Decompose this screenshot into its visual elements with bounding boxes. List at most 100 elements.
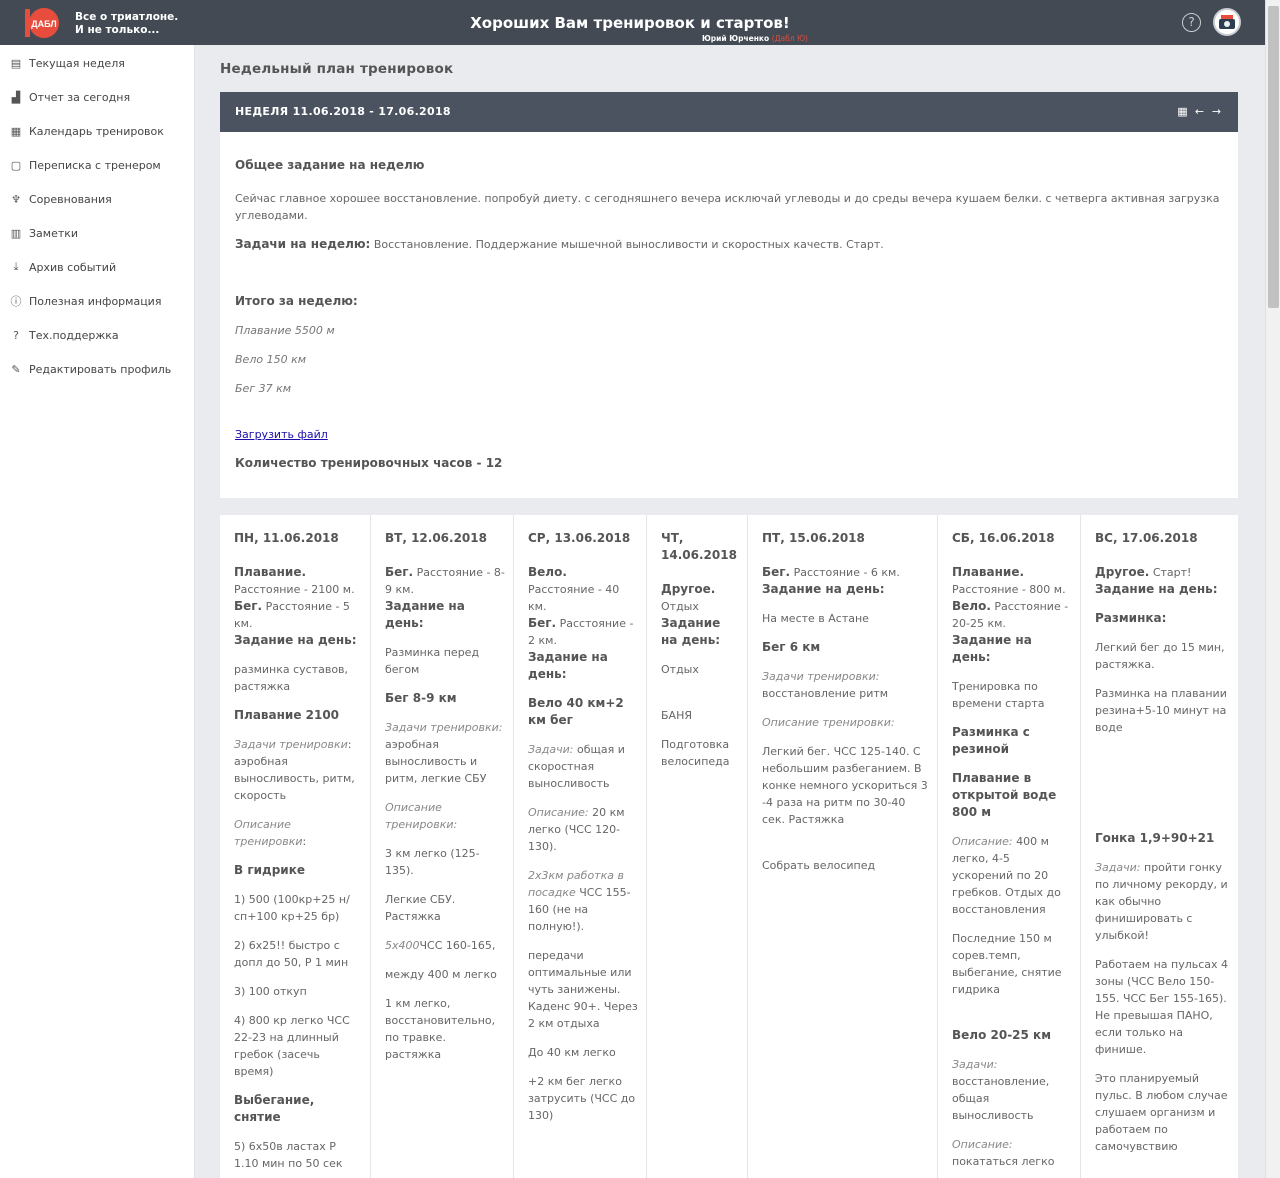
day-title: СБ, 16.06.2018 [952,531,1055,545]
day-text: Задание на день: [661,616,721,647]
day-text: Вело 40 км+2 км бег [528,696,624,727]
day-text: Легкий бег до 15 мин, растяжка. [1095,641,1225,671]
arrow-right-icon[interactable]: → [1211,105,1222,118]
sidebar-item-archive[interactable]: ⤓ Архив событий [8,255,117,279]
day-text: Легкий бег. ЧСС 125-140. С небольшим раз… [762,745,928,826]
help-icon[interactable]: ? [1182,13,1201,32]
info-icon: ⓘ [10,295,22,308]
day-text: покататься легко [952,1155,1055,1168]
avatar[interactable] [1213,8,1241,36]
day-text: Бег. [234,599,263,613]
sidebar-item-today-report[interactable]: ▟ Отчет за сегодня [8,85,130,109]
day-text: аэробная выносливость и ритм, легкие СБУ [385,738,487,785]
day-content: Бег. Расстояние - 6 км. Задание на день: … [762,564,929,874]
day-text: 2) 6х25!! быстро с допл до 50, Р 1 мин [234,939,349,969]
day-text: Расстояние - 800 м. [952,583,1066,596]
sidebar-item-label: Полезная информация [29,294,162,308]
sidebar-item-competitions[interactable]: ♆ Соревнования [8,187,112,211]
week-header: НЕДЕЛЯ 11.06.2018 - 17.06.2018 ▦ ← → [220,92,1238,132]
day-text: Вело. [528,565,567,579]
day-text: 1) 500 (100кр+25 н/сп+100 кр+25 бр) [234,893,350,923]
sidebar-item-current-week[interactable]: ▤ Текущая неделя [8,51,125,75]
sidebar-item-support[interactable]: ? Тех.поддержка [8,323,119,347]
day-column-sat: СБ, 16.06.2018 Плавание. Расстояние - 800… [938,515,1081,1178]
day-title: ВС, 17.06.2018 [1095,531,1198,545]
archive-icon: ⤓ [13,260,19,273]
day-text: Подготовка велосипеда [661,738,730,768]
sidebar-item-edit-profile[interactable]: ✎ Редактировать профиль [8,357,171,381]
sidebar-item-calendar[interactable]: ▦ Календарь тренировок [8,119,164,143]
day-text: Другое. [661,582,716,596]
sidebar-item-label: Соревнования [29,192,112,206]
week-tasks-label: Задачи на неделю: [235,237,371,251]
upload-file-link[interactable]: Загрузить файл [235,428,328,441]
vertical-scrollbar[interactable] [1265,0,1280,1178]
total-swim: Плавание 5500 м [235,324,335,337]
sidebar-item-chat[interactable]: ▢ Переписка с тренером [8,153,161,177]
day-text: Плавание. [234,565,307,579]
calendar-icon[interactable]: ▦ [1177,105,1188,118]
sidebar-item-label: Заметки [29,226,79,240]
day-text: Бег. [385,565,414,579]
bar-chart-icon: ▟ [11,90,21,104]
day-text: Расстояние - 2100 м. [234,583,355,596]
day-text: Плавание в открытой воде 800 м [952,771,1057,819]
scrollbar-thumb[interactable] [1268,6,1279,308]
chat-icon: ▢ [10,158,22,172]
day-text: Описание: [952,835,1013,848]
day-text: Задание на день: [762,582,885,596]
day-text: ЧСС 160-165, [419,939,496,952]
total-bike: Вело 150 км [235,353,307,366]
day-text: Вело 20-25 км [952,1028,1052,1042]
user-name: Юрий Юрченко [702,34,770,43]
day-text: Разминка с резиной [952,725,1030,756]
day-text: Описание тренировки [234,818,303,848]
day-text: Задачи тренировки: [762,670,880,683]
user-nick: (Дабл Ю) [771,34,808,43]
day-text: разминка суставов, растяжка [234,663,349,693]
calendar-icon: ▦ [10,124,22,138]
day-text: 3) 100 откуп [234,985,307,998]
day-text: Задачи: [952,1058,998,1071]
day-text: Другое. [1095,565,1150,579]
day-column-fri: ПТ, 15.06.2018 Бег. Расстояние - 6 км. За… [748,515,938,1178]
sidebar: ▤ Текущая неделя ▟ Отчет за сегодня ▦ Кален… [0,45,195,1178]
sidebar-item-info[interactable]: ⓘ Полезная информация [8,289,162,313]
sidebar-item-label: Редактировать профиль [29,362,172,376]
training-hours: Количество тренировочных часов - 12 [235,456,503,470]
day-content: Другое. Отдых Задание на день: Отдых БАНЯ … [661,581,739,770]
day-text: Задание на день: [385,599,465,630]
week-tasks: Задачи на неделю: Восстановление. Поддер… [235,236,1225,253]
day-text: Последние 150 м сорев.темп, выбегание, с… [952,932,1062,996]
day-text: Плавание. [952,565,1025,579]
day-title: ЧТ, 14.06.2018 [661,531,737,562]
day-text: Задачи: [1095,861,1141,874]
day-text: Это планируемый пульс. В любом случае сл… [1095,1072,1228,1153]
arrow-left-icon[interactable]: ← [1194,105,1205,118]
day-text: Вело. [952,599,991,613]
calendar-week-icon: ▤ [10,56,22,70]
day-text: аэробная выносливость, ритм, скорость [234,755,355,802]
day-content: Бег. Расстояние - 8-9 км. Задание на день… [385,564,505,1063]
edit-profile-icon: ✎ [11,362,21,376]
day-title: СР, 13.06.2018 [528,531,631,545]
help-icon: ? [13,328,19,342]
trophy-icon: ♆ [11,192,21,206]
day-text: Описание: [952,1138,1013,1151]
sidebar-item-label: Переписка с тренером [29,158,161,172]
day-text: 1 км легко, восстановительно, по травке.… [385,997,496,1061]
day-title: ПТ, 15.06.2018 [762,531,865,545]
day-text: Выбегание, снятие [234,1093,315,1124]
day-text: Бег 6 км [762,640,821,654]
tagline: Хороших Вам тренировок и стартов! [470,14,790,32]
day-text: Задание на день: [528,650,608,681]
day-content: Вело. Расстояние - 40 км. Бег. Расстояние … [528,564,638,1124]
week-total-title: Итого за неделю: [235,294,358,308]
day-title: ВТ, 12.06.2018 [385,531,487,545]
total-run: Бег 37 км [235,382,292,395]
sidebar-item-notes[interactable]: ▥ Заметки [8,221,78,245]
day-column-thu: ЧТ, 14.06.2018 Другое. Отдых Задание на де… [647,515,748,1178]
user-info[interactable]: Юрий Юрченко (Дабл Ю) [702,34,808,43]
day-text: БАНЯ [661,709,692,722]
day-text: 4) 800 кр легко ЧСС 22-23 на длинный гре… [234,1014,350,1078]
